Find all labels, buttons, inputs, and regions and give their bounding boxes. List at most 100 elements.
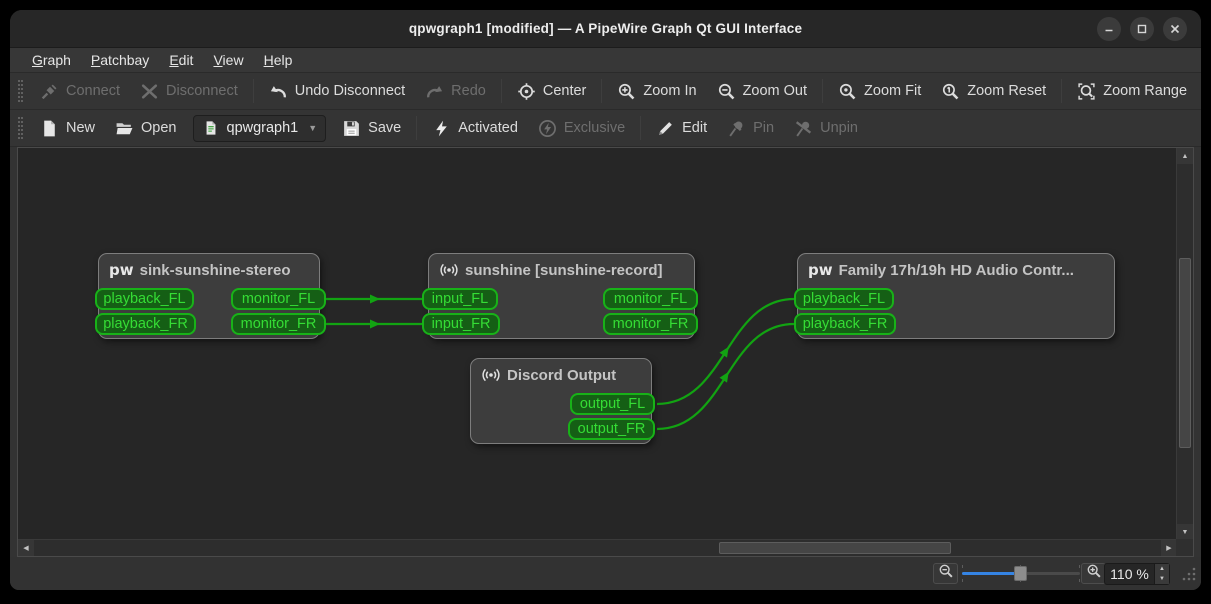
menu-view[interactable]: View (203, 50, 253, 70)
port-input[interactable]: playback_FR (95, 313, 196, 335)
zoom-out-label: Zoom Out (742, 83, 808, 99)
toolbar-main: Connect Disconnect Undo Disconnect Redo … (10, 73, 1201, 110)
minimize-button[interactable] (1097, 17, 1121, 41)
toolbar-grip[interactable] (18, 80, 23, 102)
zoom-range-button[interactable]: Zoom Range (1067, 78, 1197, 105)
save-button[interactable]: Save (332, 115, 411, 142)
graph-canvas[interactable]: pw sink-sunshine-stereo playback_FL play… (18, 148, 1176, 539)
zoom-out-button[interactable]: Zoom Out (707, 78, 817, 105)
port-output[interactable]: monitor_FL (603, 288, 698, 310)
wire-arrow-icon (370, 294, 380, 304)
node-title: Family 17h/19h HD Audio Contr... (838, 261, 1074, 279)
center-label: Center (542, 83, 587, 99)
toolbar-separator (1061, 79, 1063, 103)
new-button[interactable]: New (30, 115, 105, 142)
save-label: Save (368, 120, 402, 136)
toolbar-grip[interactable] (18, 117, 23, 139)
wire-arrow-icon (719, 346, 729, 358)
spin-up-button[interactable]: ▲ (1155, 564, 1169, 574)
maximize-button[interactable] (1130, 17, 1154, 41)
pin-label: Pin (753, 120, 775, 136)
port-input[interactable]: input_FL (422, 288, 498, 310)
spin-down-button[interactable]: ▼ (1155, 574, 1169, 584)
redo-icon (425, 82, 444, 101)
horizontal-scroll-handle[interactable] (719, 542, 951, 554)
exclusive-button[interactable]: Exclusive (528, 115, 635, 142)
undo-icon (269, 82, 288, 101)
wire-arrow-icon (370, 319, 380, 329)
pin-button[interactable]: Pin (717, 115, 784, 142)
exclusive-label: Exclusive (563, 120, 626, 136)
zoom-in-icon (1086, 563, 1102, 584)
port-input[interactable]: playback_FR (794, 313, 896, 335)
zoom-out-icon (938, 563, 954, 584)
unpin-button[interactable]: Unpin (784, 115, 868, 142)
node-header: Discord Output (471, 359, 651, 384)
slider-tick (962, 579, 963, 582)
zoom-in-button[interactable]: Zoom In (607, 78, 706, 105)
menu-edit[interactable]: Edit (159, 50, 203, 70)
open-button[interactable]: Open (105, 115, 186, 142)
close-icon (1169, 23, 1181, 35)
port-output[interactable]: monitor_FL (231, 288, 326, 310)
port-output[interactable]: output_FL (570, 393, 655, 415)
zoom-spinbox[interactable]: 110 % ▲ ▼ (1104, 563, 1170, 585)
menu-graph[interactable]: Graph (22, 50, 81, 70)
scrollbar-corner (1176, 539, 1193, 556)
vertical-scrollbar[interactable]: ▲ ▼ (1176, 148, 1193, 540)
disconnect-button[interactable]: Disconnect (130, 78, 248, 105)
zoom-fit-button[interactable]: Zoom Fit (828, 78, 931, 105)
scroll-down-button[interactable]: ▼ (1177, 524, 1193, 540)
slider-thumb[interactable] (1014, 566, 1027, 581)
close-button[interactable] (1163, 17, 1187, 41)
connect-icon (40, 82, 59, 101)
titlebar[interactable]: qpwgraph1 [modified] — A PipeWire Graph … (10, 10, 1201, 48)
menu-help[interactable]: Help (254, 50, 303, 70)
slider-tick (962, 565, 963, 568)
redo-label: Redo (451, 83, 486, 99)
port-output[interactable]: monitor_FR (603, 313, 698, 335)
slider-fill (962, 572, 1016, 575)
new-file-icon (40, 119, 59, 138)
session-selector[interactable]: qpwgraph1 ▼ (192, 114, 327, 142)
unpin-icon (794, 119, 813, 138)
statusbar-zoom-out-button[interactable] (933, 563, 958, 584)
horizontal-scrollbar[interactable]: ◀ ▶ (18, 539, 1177, 556)
node-header: pw sink-sunshine-stereo (99, 254, 319, 279)
zoom-slider[interactable] (962, 563, 1080, 584)
edit-label: Edit (682, 120, 708, 136)
scroll-right-button[interactable]: ▶ (1161, 540, 1177, 556)
toolbar-separator (640, 116, 642, 140)
undo-disconnect-button[interactable]: Undo Disconnect (259, 78, 415, 105)
menubar: Graph Patchbay Edit View Help (10, 48, 1201, 73)
session-name: qpwgraph1 (226, 120, 299, 136)
pipewire-icon: pw (109, 261, 134, 279)
scroll-left-button[interactable]: ◀ (18, 540, 34, 556)
connect-button[interactable]: Connect (30, 78, 130, 105)
zoom-value: 110 % (1110, 566, 1149, 582)
disconnect-label: Disconnect (166, 83, 238, 99)
port-output[interactable]: monitor_FR (231, 313, 326, 335)
connections-layer (326, 294, 795, 431)
redo-button[interactable]: Redo (415, 78, 496, 105)
scroll-up-button[interactable]: ▲ (1177, 148, 1193, 164)
port-input[interactable]: playback_FL (794, 288, 894, 310)
vertical-scroll-handle[interactable] (1179, 258, 1191, 448)
center-button[interactable]: Center (507, 78, 597, 105)
port-input[interactable]: playback_FL (95, 288, 194, 310)
zoom-reset-button[interactable]: Zoom Reset (931, 78, 1056, 105)
toolbar-separator (252, 79, 254, 103)
open-folder-icon (115, 119, 134, 138)
resize-grip-icon[interactable] (1181, 566, 1197, 587)
activated-label: Activated (458, 120, 518, 136)
save-icon (342, 119, 361, 138)
activated-button[interactable]: Activated (422, 115, 528, 142)
slider-tick (1079, 579, 1080, 582)
menu-patchbay[interactable]: Patchbay (81, 50, 159, 70)
zoom-range-label: Zoom Range (1103, 83, 1188, 99)
edit-button[interactable]: Edit (646, 115, 717, 142)
zoom-in-label: Zoom In (643, 83, 697, 99)
statusbar-zoom-in-button[interactable] (1081, 563, 1106, 584)
port-input[interactable]: input_FR (422, 313, 500, 335)
port-output[interactable]: output_FR (568, 418, 655, 440)
